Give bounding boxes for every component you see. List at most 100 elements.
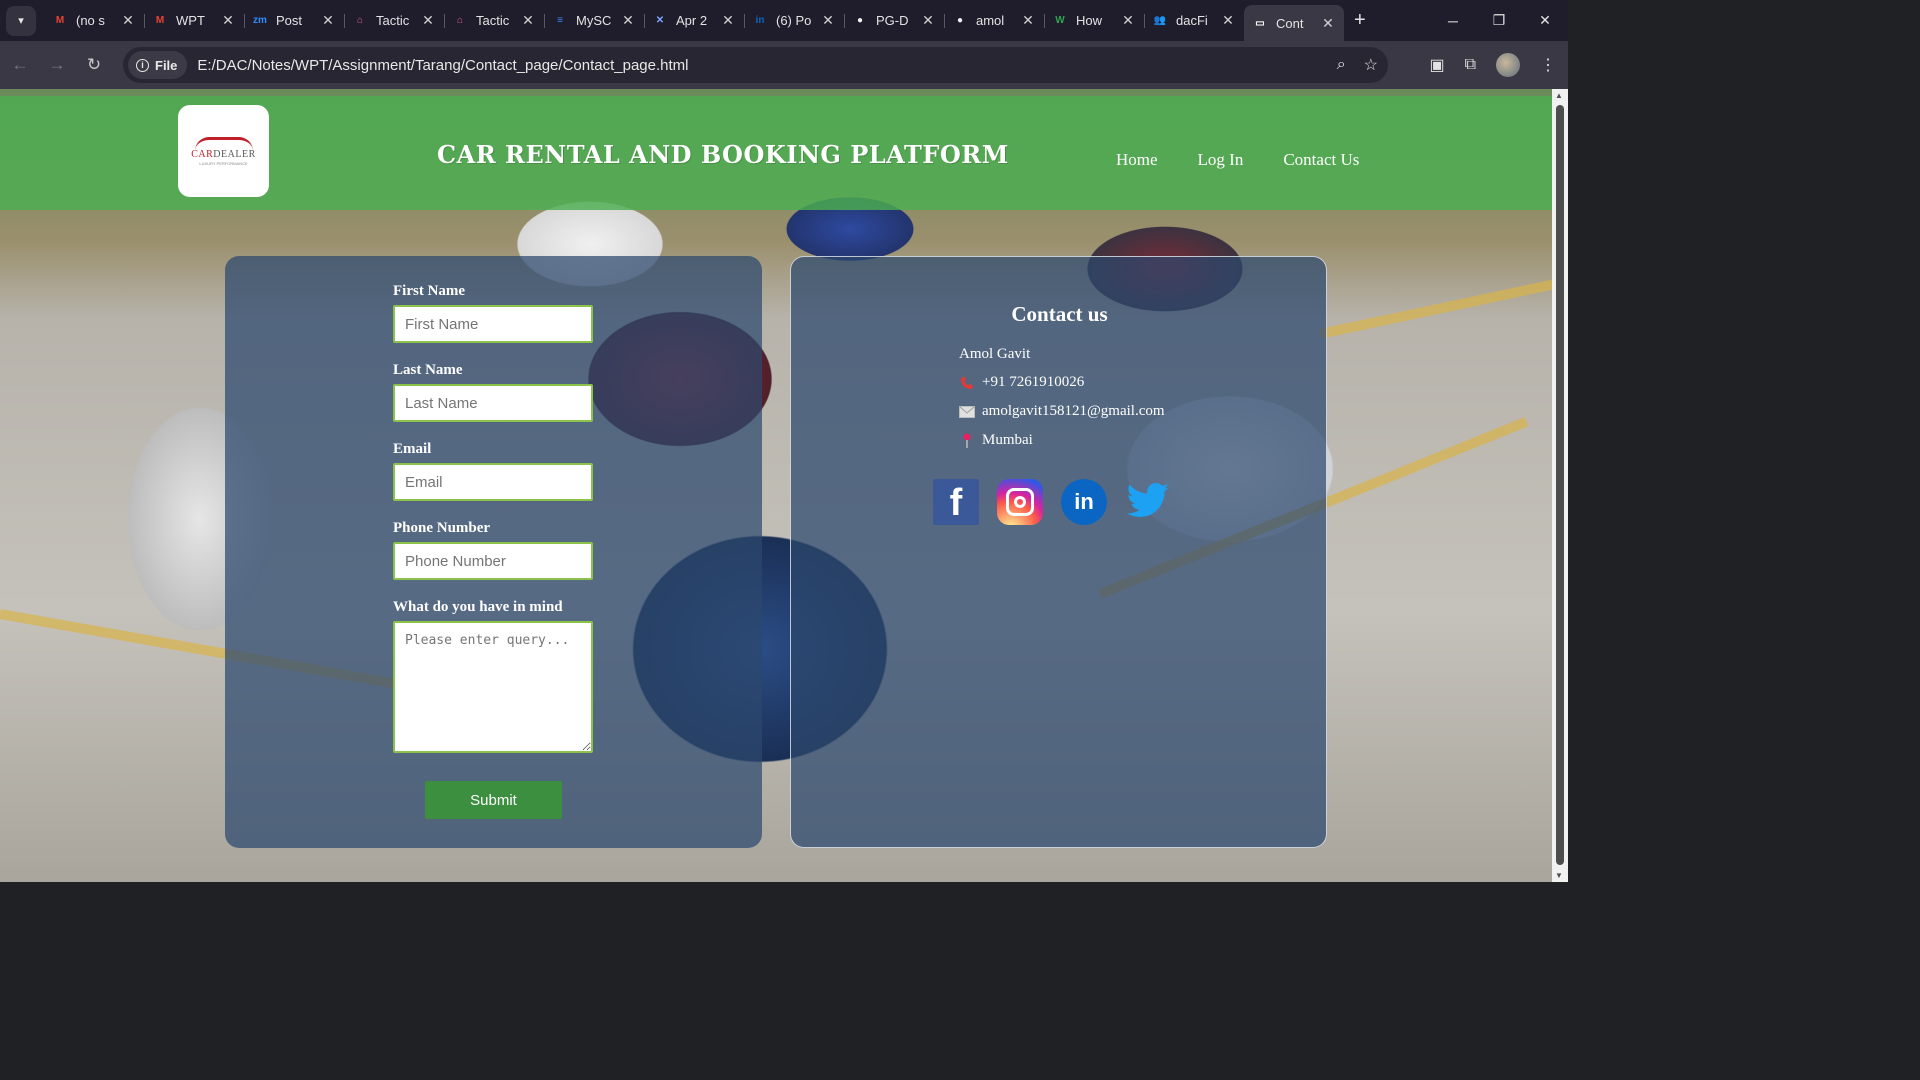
- browser-tab[interactable]: ▭ Cont ✕: [1244, 5, 1344, 41]
- contact-location: Mumbai: [982, 432, 1033, 448]
- screen-capture-icon[interactable]: ▣: [1429, 55, 1444, 75]
- browser-tab[interactable]: ● PG-D ✕: [844, 5, 944, 37]
- browser-tab[interactable]: zm Post ✕: [244, 5, 344, 37]
- logo-wordmark: CARDEALER: [191, 148, 256, 160]
- tab-close-icon[interactable]: ✕: [820, 12, 836, 29]
- browser-tab[interactable]: W How ✕: [1044, 5, 1144, 37]
- reload-icon[interactable]: ↻: [77, 48, 111, 82]
- github-icon: ●: [856, 15, 864, 26]
- tab-title: WPT: [176, 13, 205, 28]
- tactiq-icon: ⌂: [456, 15, 464, 26]
- browser-tab[interactable]: M WPT ✕: [144, 5, 244, 37]
- tab-close-icon[interactable]: ✕: [920, 12, 936, 29]
- tab-close-icon[interactable]: ✕: [420, 12, 436, 29]
- nav-contact-link[interactable]: Contact Us: [1283, 150, 1359, 170]
- info-icon: i: [136, 58, 149, 72]
- menu-kebab-icon[interactable]: ⋮: [1540, 55, 1556, 75]
- tab-close-icon[interactable]: ✕: [1120, 12, 1136, 29]
- github-icon: ●: [956, 15, 964, 26]
- browser-tab[interactable]: ⌂ Tactic ✕: [344, 5, 444, 37]
- phone-icon: [959, 376, 975, 390]
- tab-title: MySC: [576, 13, 612, 28]
- extensions-icon[interactable]: ⧉: [1465, 56, 1476, 74]
- tab-close-icon[interactable]: ✕: [220, 12, 236, 29]
- address-bar[interactable]: i File E:/DAC/Notes/WPT/Assignment/Taran…: [123, 47, 1388, 83]
- browser-tab-strip: ▾ M (no s ✕ M WPT ✕ zm Post ✕ ⌂ Tactic ✕ ⌂ Tactic ✕ ≡ My…: [0, 0, 1568, 41]
- tactiq-icon: ⌂: [356, 15, 364, 26]
- forward-icon[interactable]: →: [40, 48, 74, 82]
- scroll-up-icon[interactable]: ▲: [1555, 91, 1563, 100]
- tab-close-icon[interactable]: ✕: [320, 12, 336, 29]
- nav-home-link[interactable]: Home: [1116, 150, 1158, 170]
- linkedin-icon[interactable]: in: [1061, 479, 1107, 525]
- browser-tab[interactable]: ● amol ✕: [944, 5, 1044, 37]
- back-icon[interactable]: ←: [3, 48, 37, 82]
- page-viewport: CARDEALER LUXURY PERFORMANCE CAR RENTAL …: [0, 89, 1552, 882]
- email-input[interactable]: [393, 463, 593, 501]
- tab-search-button[interactable]: ▾: [6, 5, 36, 36]
- contact-heading: Contact us: [1011, 302, 1108, 326]
- restore-icon[interactable]: ❐: [1476, 0, 1522, 41]
- scroll-down-icon[interactable]: ▼: [1555, 871, 1563, 880]
- browser-tab[interactable]: in (6) Po ✕: [744, 5, 844, 37]
- file-chip-label: File: [155, 57, 178, 73]
- gmail-icon: M: [55, 15, 65, 26]
- contact-name: Amol Gavit: [959, 346, 1031, 362]
- new-tab-button[interactable]: +: [1354, 9, 1366, 32]
- road-marking: [1318, 279, 1552, 339]
- tab-close-icon[interactable]: ✕: [120, 12, 136, 29]
- contact-location-row: Mumbai: [959, 432, 1033, 449]
- tab-title: (no s: [76, 13, 105, 28]
- browser-tab[interactable]: ✕ Apr 2 ✕: [644, 5, 744, 37]
- tab-list: M (no s ✕ M WPT ✕ zm Post ✕ ⌂ Tactic ✕ ⌂ Tactic ✕ ≡ MySC…: [44, 0, 1344, 41]
- instagram-icon[interactable]: [997, 479, 1043, 525]
- tab-title: dacFi: [1176, 13, 1208, 28]
- last-name-input[interactable]: [393, 384, 593, 422]
- site-logo[interactable]: CARDEALER LUXURY PERFORMANCE: [178, 105, 269, 197]
- query-label: What do you have in mind: [393, 599, 563, 615]
- tab-close-icon[interactable]: ✕: [1320, 15, 1336, 32]
- w-icon: W: [1055, 15, 1065, 26]
- pin-icon: [959, 433, 975, 449]
- first-name-label: First Name: [393, 283, 466, 299]
- contact-form-panel: First Name Last Name Email Phone Number …: [225, 256, 762, 848]
- browser-tab[interactable]: ≡ MySC ✕: [544, 5, 644, 37]
- browser-tab[interactable]: ⌂ Tactic ✕: [444, 5, 544, 37]
- minimize-icon[interactable]: ─: [1430, 0, 1476, 41]
- twitter-icon[interactable]: [1125, 479, 1171, 525]
- tab-close-icon[interactable]: ✕: [520, 12, 536, 29]
- close-window-icon[interactable]: ✕: [1522, 0, 1568, 41]
- phone-input[interactable]: [393, 542, 593, 580]
- envelope-icon: [959, 405, 975, 418]
- tab-close-icon[interactable]: ✕: [720, 12, 736, 29]
- site-info-chip[interactable]: i File: [128, 51, 188, 79]
- facebook-icon[interactable]: f: [933, 479, 979, 525]
- submit-button[interactable]: Submit: [425, 781, 562, 819]
- first-name-input[interactable]: [393, 305, 593, 343]
- zoom-icon[interactable]: ⌕: [1337, 56, 1346, 74]
- profile-avatar[interactable]: [1496, 53, 1520, 77]
- tab-title: Post: [276, 13, 303, 28]
- gmail-icon: M: [155, 15, 165, 26]
- browser-tab[interactable]: M (no s ✕: [44, 5, 144, 37]
- tab-close-icon[interactable]: ✕: [1020, 12, 1036, 29]
- contact-email[interactable]: amolgavit158121@gmail.com: [982, 403, 1165, 420]
- tab-close-icon[interactable]: ✕: [1220, 12, 1236, 29]
- zoom-icon: zm: [253, 15, 267, 26]
- page-scrollbar[interactable]: ▲ ▼: [1552, 89, 1568, 882]
- docs-icon: ≡: [557, 15, 563, 26]
- scrollbar-thumb[interactable]: [1556, 105, 1564, 865]
- query-textarea[interactable]: [393, 621, 593, 753]
- phone-label: Phone Number: [393, 520, 491, 536]
- logo-tagline: LUXURY PERFORMANCE: [199, 160, 248, 166]
- tab-title: (6) Po: [776, 13, 812, 28]
- browser-tab[interactable]: 👥 dacFi ✕: [1144, 5, 1244, 37]
- contact-phone[interactable]: +91 7261910026: [982, 374, 1084, 391]
- nav-login-link[interactable]: Log In: [1198, 150, 1244, 170]
- bookmark-star-icon[interactable]: ☆: [1364, 55, 1378, 75]
- people-icon: 👥: [1153, 15, 1167, 26]
- url-text[interactable]: E:/DAC/Notes/WPT/Assignment/Tarang/Conta…: [197, 57, 688, 74]
- tab-close-icon[interactable]: ✕: [620, 12, 636, 29]
- contact-phone-row: +91 7261910026: [959, 374, 1084, 391]
- tab-title: PG-D: [876, 13, 909, 28]
